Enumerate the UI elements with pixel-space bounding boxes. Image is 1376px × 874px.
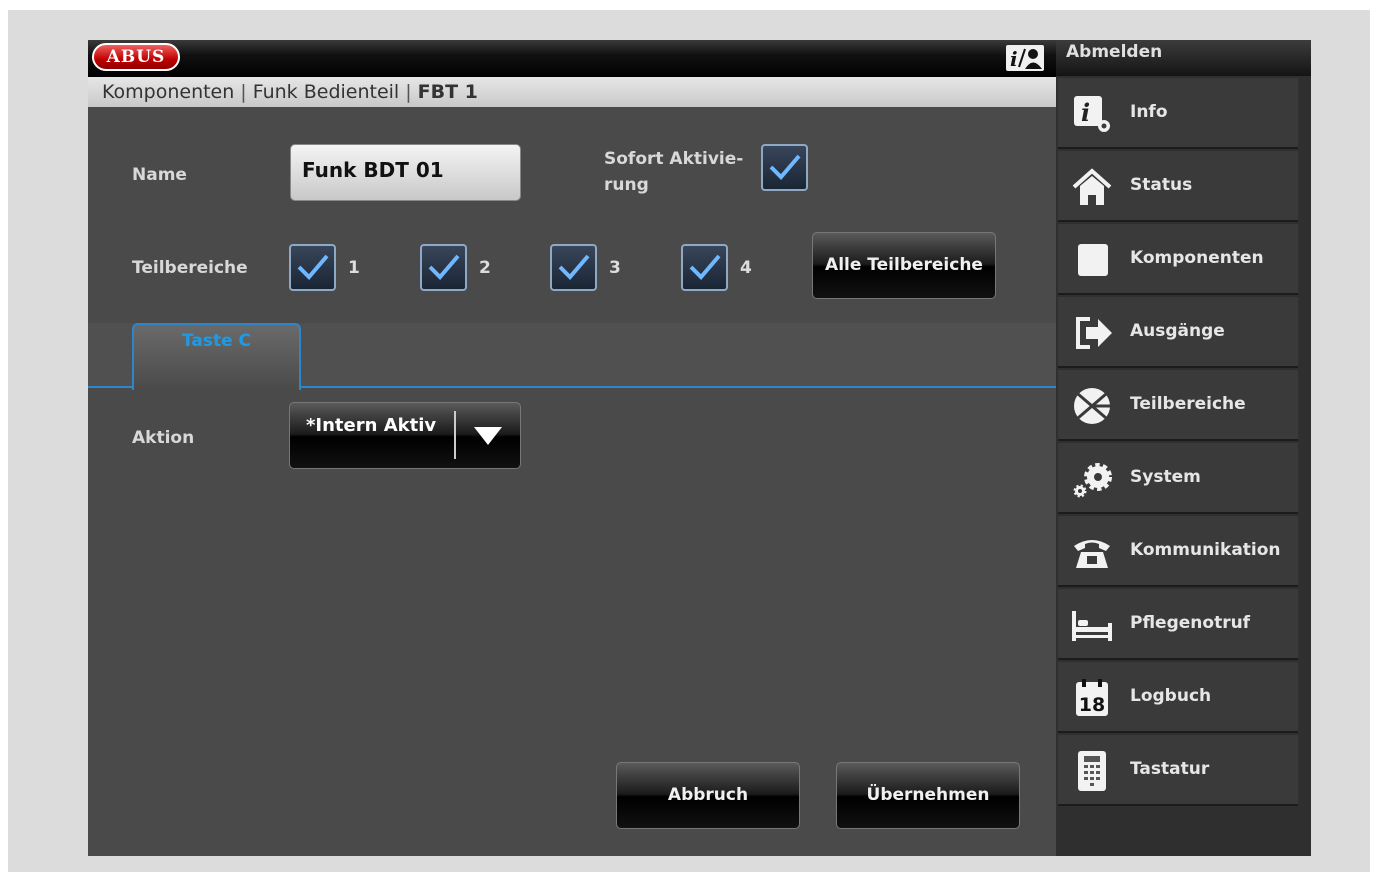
sidebar-item-tastatur[interactable]: Tastatur (1058, 735, 1298, 806)
sofort-aktivierung-label: Sofort Aktivie- rung (604, 149, 744, 195)
sidebar-item-label: Status (1130, 175, 1193, 195)
aktion-dropdown[interactable]: *Intern Aktiv (289, 402, 521, 469)
info-gear-icon: i (1072, 94, 1112, 134)
svg-text:18: 18 (1079, 694, 1105, 716)
teilbereich-4-label: 4 (740, 258, 752, 278)
breadcrumb: Komponenten | Funk Bedienteil | FBT 1 (88, 77, 1056, 107)
sidebar-item-label: Kommunikation (1130, 540, 1281, 560)
svg-text:i: i (1010, 47, 1018, 71)
apply-button[interactable]: Übernehmen (836, 762, 1020, 829)
sidebar-item-label: Tastatur (1130, 759, 1210, 779)
teilbereich-2-checkbox[interactable] (420, 244, 467, 291)
checkmark-icon (558, 254, 590, 280)
sidebar-item-kommunikation[interactable]: Kommunikation (1058, 516, 1298, 587)
checkmark-icon (428, 254, 460, 280)
keypad-icon (1072, 751, 1112, 791)
app-window: ABUS i Komponenten | Funk Bedienteil | FBT 1… (88, 40, 1311, 856)
teilbereich-1-checkbox[interactable] (289, 244, 336, 291)
sidebar: Abmelden i Info Status Komponenten Ausgä… (1056, 40, 1311, 856)
top-bar: ABUS i (88, 40, 1056, 77)
sidebar-item-teilbereiche[interactable]: Teilbereiche (1058, 370, 1298, 441)
sidebar-item-komponenten[interactable]: Komponenten (1058, 224, 1298, 295)
home-icon (1072, 167, 1112, 207)
dropdown-divider (454, 411, 456, 459)
info-user-icon[interactable]: i (1006, 45, 1044, 71)
aktion-value: *Intern Aktiv (306, 415, 437, 436)
tab-taste-c[interactable]: Taste C (132, 323, 301, 390)
teilbereich-2-label: 2 (479, 258, 491, 278)
name-label: Name (132, 165, 187, 185)
telephone-icon (1072, 532, 1112, 572)
sidebar-item-label: Info (1130, 102, 1168, 122)
teilbereiche-label: Teilbereiche (132, 258, 248, 278)
sidebar-item-label: Ausgänge (1130, 321, 1225, 341)
name-input[interactable]: Funk BDT 01 (290, 144, 521, 201)
square-icon (1072, 240, 1112, 280)
gears-icon (1072, 459, 1112, 499)
breadcrumb-funk-bedienteil[interactable]: Funk Bedienteil (253, 81, 400, 103)
checkmark-icon (297, 254, 329, 280)
checkmark-icon (689, 254, 721, 280)
sidebar-item-info[interactable]: i Info (1058, 78, 1298, 149)
sidebar-item-pflegenotruf[interactable]: Pflegenotruf (1058, 589, 1298, 660)
teilbereich-3-checkbox[interactable] (550, 244, 597, 291)
pie-segments-icon (1072, 386, 1112, 426)
teilbereich-3-label: 3 (609, 258, 621, 278)
breadcrumb-komponenten[interactable]: Komponenten (102, 81, 234, 103)
sidebar-item-label: Teilbereiche (1130, 394, 1246, 414)
abus-logo: ABUS (92, 43, 180, 71)
sidebar-item-logbuch[interactable]: 18 Logbuch (1058, 662, 1298, 733)
sidebar-item-label: Pflegenotruf (1130, 613, 1251, 633)
teilbereich-4-checkbox[interactable] (681, 244, 728, 291)
chevron-down-icon (474, 427, 502, 445)
sidebar-item-label: Komponenten (1130, 248, 1264, 268)
checkmark-icon (769, 154, 801, 180)
cancel-button[interactable]: Abbruch (616, 762, 800, 829)
sofort-aktivierung-checkbox[interactable] (761, 144, 808, 191)
logout-button[interactable]: Abmelden (1056, 40, 1311, 76)
sidebar-item-label: Logbuch (1130, 686, 1212, 706)
aktion-label: Aktion (132, 428, 195, 448)
sidebar-item-status[interactable]: Status (1058, 151, 1298, 222)
bed-icon (1072, 605, 1112, 645)
svg-text:i: i (1081, 98, 1090, 127)
sidebar-item-label: System (1130, 467, 1201, 487)
sidebar-item-system[interactable]: System (1058, 443, 1298, 514)
sidebar-item-ausgaenge[interactable]: Ausgänge (1058, 297, 1298, 368)
exit-arrow-icon (1072, 313, 1112, 353)
alle-teilbereiche-button[interactable]: Alle Teilbereiche (812, 232, 996, 299)
teilbereich-1-label: 1 (348, 258, 360, 278)
breadcrumb-current: FBT 1 (417, 81, 478, 103)
calendar-icon: 18 (1072, 678, 1112, 718)
